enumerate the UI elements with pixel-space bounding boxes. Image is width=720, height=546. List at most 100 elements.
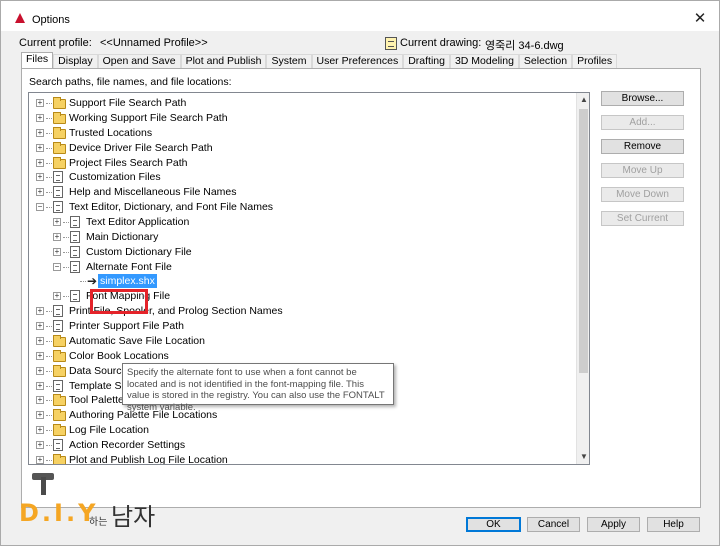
expand-icon[interactable]: + bbox=[36, 426, 44, 435]
current-drawing-label: Current drawing: bbox=[400, 37, 482, 49]
tab-plot-and-publish[interactable]: Plot and Publish bbox=[180, 54, 267, 68]
tree-connector bbox=[46, 147, 52, 149]
set-current-button[interactable]: Set Current bbox=[601, 211, 684, 226]
file-locations-tree[interactable]: + Support File Search Path + Working Suppor… bbox=[28, 92, 590, 465]
expand-icon[interactable]: + bbox=[36, 158, 44, 167]
tree-item[interactable]: − Text Editor, Dictionary, and Font File … bbox=[29, 200, 569, 214]
add-button[interactable]: Add... bbox=[601, 115, 684, 130]
tree-item[interactable]: + Customization Files bbox=[29, 170, 569, 184]
scroll-thumb[interactable] bbox=[579, 109, 588, 373]
move-down-button[interactable]: Move Down bbox=[601, 187, 684, 202]
expand-icon[interactable]: + bbox=[36, 455, 44, 464]
tab-3d-modeling[interactable]: 3D Modeling bbox=[449, 54, 519, 68]
expand-icon[interactable]: + bbox=[36, 113, 44, 122]
expand-icon[interactable]: + bbox=[36, 188, 44, 197]
tree-item[interactable]: + Action Recorder Settings bbox=[29, 438, 569, 452]
tree-item-label: Main Dictionary bbox=[86, 230, 159, 243]
browse-button[interactable]: Browse... bbox=[601, 91, 684, 106]
tree-item[interactable]: + Main Dictionary bbox=[29, 230, 569, 244]
expand-icon[interactable]: + bbox=[36, 99, 44, 107]
expand-icon[interactable]: + bbox=[53, 247, 61, 256]
scroll-up-arrow-icon[interactable]: ▲ bbox=[577, 93, 589, 107]
folder-icon bbox=[53, 334, 66, 347]
doc-icon bbox=[70, 245, 80, 258]
scroll-down-arrow-icon[interactable]: ▼ bbox=[577, 450, 589, 464]
tree-connector bbox=[46, 207, 52, 209]
collapse-icon[interactable]: − bbox=[53, 262, 61, 271]
doc-icon bbox=[53, 305, 63, 318]
tree-item[interactable]: + Printer Support File Path bbox=[29, 319, 569, 333]
tree-item[interactable]: + Log File Location bbox=[29, 423, 569, 437]
doc-icon bbox=[53, 186, 63, 199]
ok-button[interactable]: OK bbox=[466, 517, 521, 532]
expand-icon[interactable]: + bbox=[36, 411, 44, 420]
tree-item-label: Custom Dictionary File bbox=[86, 245, 192, 258]
hammer-handle bbox=[41, 477, 46, 495]
tree-item-label: Automatic Save File Location bbox=[69, 334, 205, 347]
move-up-button[interactable]: Move Up bbox=[601, 163, 684, 178]
expand-icon[interactable]: + bbox=[36, 351, 44, 360]
expand-icon[interactable]: + bbox=[36, 307, 44, 316]
folder-icon bbox=[53, 126, 66, 139]
tab-strip: Files Display Open and Save Plot and Pub… bbox=[21, 52, 618, 68]
tree-connector bbox=[46, 415, 52, 417]
tree-item[interactable]: + Authoring Palette File Locations bbox=[29, 408, 569, 422]
tab-drafting[interactable]: Drafting bbox=[403, 54, 450, 68]
tree-connector bbox=[46, 459, 52, 461]
current-drawing-value: 영죽리 34-6.dwg bbox=[485, 40, 564, 52]
tree-item[interactable]: − Alternate Font File bbox=[29, 260, 569, 274]
tree-item[interactable]: + Color Book Locations bbox=[29, 349, 569, 363]
tab-selection[interactable]: Selection bbox=[518, 54, 573, 68]
tree-connector bbox=[63, 222, 69, 223]
tree-item[interactable]: + Trusted Locations bbox=[29, 126, 569, 140]
help-button[interactable]: Help bbox=[647, 517, 700, 532]
expand-icon[interactable]: + bbox=[36, 366, 44, 375]
current-profile-label: Current profile: bbox=[19, 37, 92, 49]
tree-item[interactable]: + Support File Search Path bbox=[29, 96, 569, 110]
expand-icon[interactable]: + bbox=[36, 322, 44, 330]
expand-icon[interactable]: + bbox=[36, 128, 44, 137]
tree-connector bbox=[46, 340, 52, 342]
remove-button[interactable]: Remove bbox=[601, 139, 684, 154]
expand-icon[interactable]: + bbox=[36, 173, 44, 182]
tree-item[interactable]: + Automatic Save File Location bbox=[29, 334, 569, 348]
expand-icon[interactable]: + bbox=[36, 381, 44, 390]
tab-open-and-save[interactable]: Open and Save bbox=[97, 54, 181, 68]
tree-item[interactable]: + Custom Dictionary File bbox=[29, 245, 569, 259]
doc-icon bbox=[70, 260, 80, 273]
tab-profiles[interactable]: Profiles bbox=[572, 54, 618, 68]
cancel-button[interactable]: Cancel bbox=[527, 517, 580, 532]
tree-item[interactable]: + Working Support File Search Path bbox=[29, 111, 569, 125]
tab-system[interactable]: System bbox=[266, 54, 312, 68]
expand-icon[interactable]: + bbox=[36, 396, 44, 405]
expand-icon[interactable]: + bbox=[36, 441, 44, 449]
watermark-diy-text: D.I.Y bbox=[19, 499, 99, 527]
expand-icon[interactable]: + bbox=[36, 336, 44, 345]
tree-item[interactable]: ➔ simplex.shx bbox=[29, 274, 569, 289]
tree-item-label: Working Support File Search Path bbox=[69, 111, 228, 124]
expand-icon[interactable]: + bbox=[53, 218, 61, 226]
vertical-scrollbar[interactable]: ▲ ▼ bbox=[576, 93, 589, 464]
tab-display[interactable]: Display bbox=[53, 54, 98, 68]
folder-icon bbox=[53, 156, 66, 169]
folder-icon bbox=[53, 424, 66, 437]
tree-connector bbox=[63, 236, 69, 238]
tree-item[interactable]: + Device Driver File Search Path bbox=[29, 141, 569, 155]
watermark-small-text: 하는 bbox=[89, 517, 108, 528]
tab-files[interactable]: Files bbox=[21, 52, 54, 68]
files-panel: Search paths, file names, and file locat… bbox=[21, 68, 701, 508]
tree-item-label: Text Editor Application bbox=[86, 216, 190, 228]
expand-icon[interactable]: + bbox=[53, 232, 61, 241]
tree-item[interactable]: + Help and Miscellaneous File Names bbox=[29, 185, 569, 199]
expand-icon[interactable]: + bbox=[53, 292, 61, 301]
close-button[interactable]: ✕ bbox=[689, 10, 711, 28]
apply-button[interactable]: Apply bbox=[587, 517, 640, 532]
tree-item[interactable]: + Plot and Publish Log File Location bbox=[29, 453, 569, 464]
doc-icon bbox=[70, 230, 80, 243]
collapse-icon[interactable]: − bbox=[36, 203, 44, 212]
tree-item-label: Trusted Locations bbox=[69, 126, 153, 139]
expand-icon[interactable]: + bbox=[36, 143, 44, 152]
tree-item[interactable]: + Project Files Search Path bbox=[29, 156, 569, 170]
tree-item[interactable]: + Text Editor Application bbox=[29, 215, 569, 229]
tab-user-preferences[interactable]: User Preferences bbox=[311, 54, 404, 68]
